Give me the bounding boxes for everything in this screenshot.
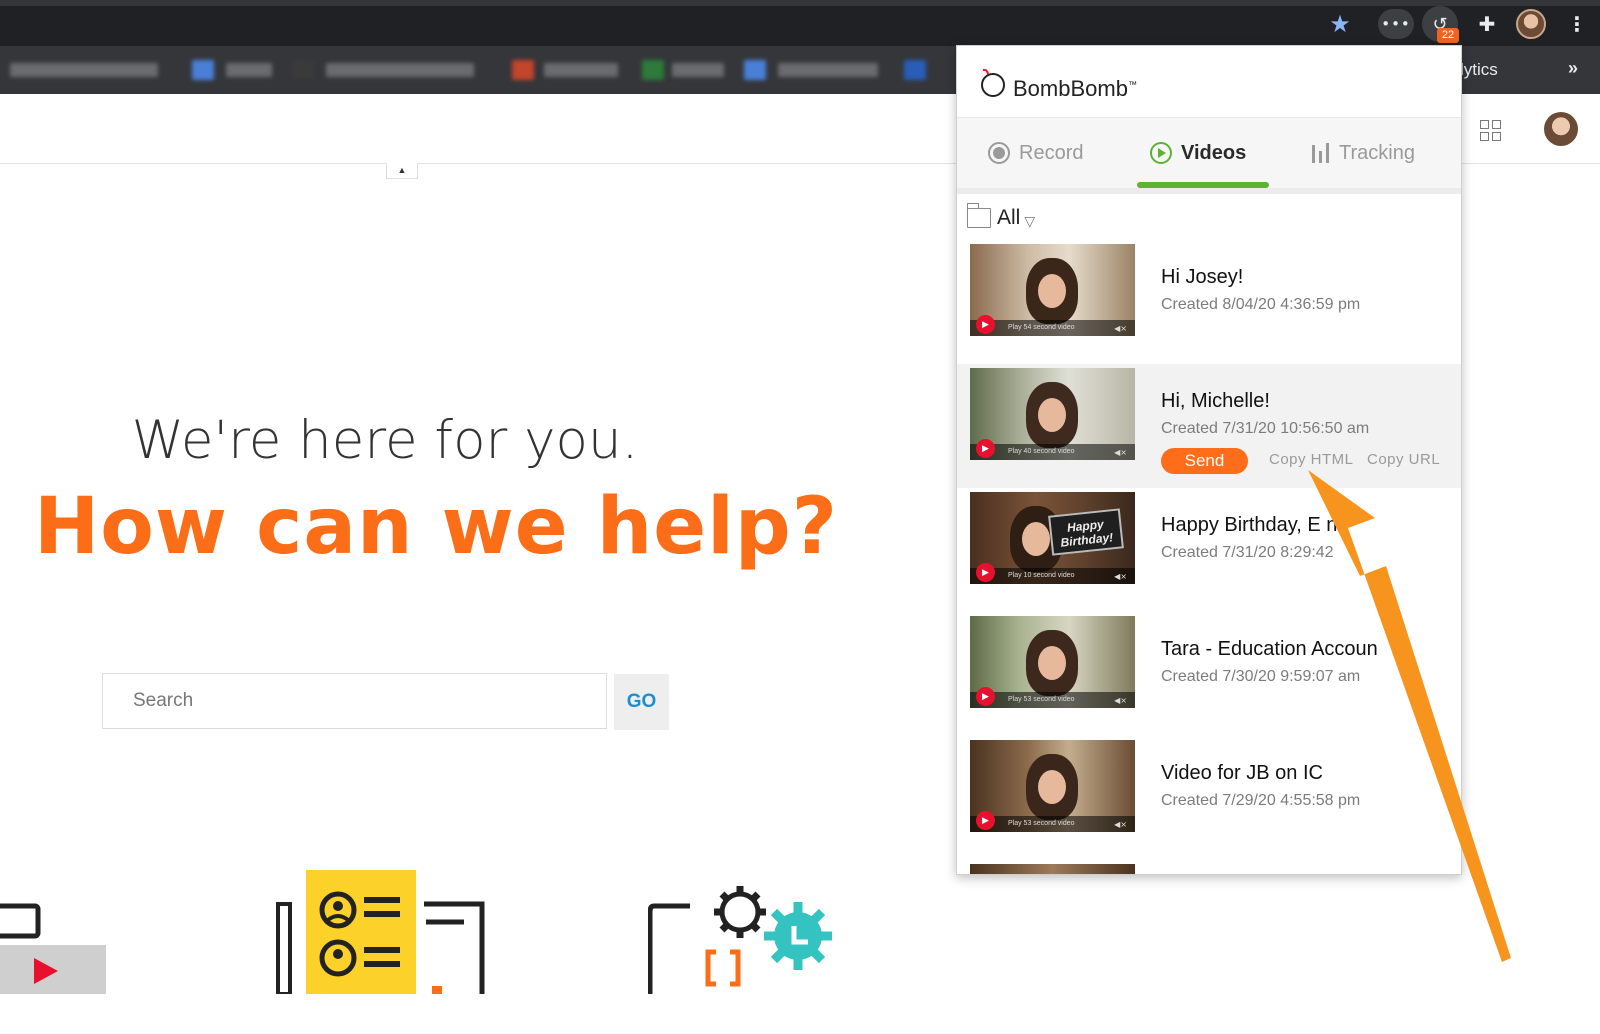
- tab-videos-label: Videos: [1181, 141, 1247, 164]
- bookmark-item[interactable]: [326, 63, 474, 77]
- bombbomb-logo-text: BombBomb™: [1013, 76, 1137, 101]
- mute-icon: ◀×: [1114, 324, 1127, 333]
- apps-grid-icon[interactable]: [1480, 120, 1502, 142]
- video-title[interactable]: Video for JB on IC: [1161, 762, 1323, 785]
- tab-record[interactable]: Record: [987, 140, 1083, 166]
- bombbomb-logo-icon: [981, 68, 1005, 97]
- video-row[interactable]: Play 53 second video ▶ ◀× Tara - Educati…: [957, 612, 1461, 736]
- video-created-date: Created 7/31/20 10:56:50 am: [1161, 420, 1370, 437]
- video-title[interactable]: Happy Birthday, E n!: [1161, 514, 1343, 537]
- folder-icon: [966, 203, 991, 228]
- extension-badge: 22: [1437, 28, 1459, 43]
- contacts-illustration-icon: [276, 870, 485, 994]
- send-button[interactable]: Send: [1161, 448, 1248, 474]
- bookmark-item[interactable]: [544, 63, 618, 77]
- popup-tabs: Record Videos Tracking: [957, 118, 1461, 188]
- play-icon: ▶: [976, 811, 995, 830]
- video-thumbnail[interactable]: Play 40 second video ▶ ◀×: [970, 368, 1135, 460]
- extension-dots-icon[interactable]: •••: [1378, 9, 1414, 39]
- video-thumbnail[interactable]: Play 53 second video ▶ ◀×: [970, 740, 1135, 832]
- video-created-date: Created 7/31/20 8:29:42: [1161, 544, 1334, 561]
- video-title[interactable]: Hi, Michelle!: [1161, 390, 1270, 413]
- video-thumbnail[interactable]: [970, 864, 1135, 874]
- play-icon: ▶: [976, 563, 995, 582]
- tab-strip-edge: [0, 0, 1600, 6]
- screen: ★ ••• ↺ 22 ✚ ⋮ lytics » ▲ We're here for…: [0, 0, 1600, 1034]
- play-circle-icon: [1149, 141, 1173, 165]
- bookmark-favicon[interactable]: [192, 60, 214, 80]
- tab-tracking[interactable]: Tracking: [1311, 140, 1415, 166]
- video-row-partial[interactable]: [957, 860, 1461, 874]
- video-list: Play 54 second video ▶ ◀× Hi Josey! Crea…: [957, 240, 1461, 874]
- video-title[interactable]: Hi Josey!: [1161, 266, 1243, 289]
- go-button[interactable]: GO: [614, 674, 669, 730]
- profile-avatar-icon[interactable]: [1516, 9, 1546, 39]
- video-thumbnail[interactable]: Happy Birthday! Play 10 second video ▶ ◀…: [970, 492, 1135, 584]
- browser-menu-icon[interactable]: ⋮: [1560, 8, 1594, 40]
- search-input[interactable]: [102, 673, 607, 729]
- copy-url-link[interactable]: Copy URL: [1367, 451, 1440, 468]
- video-created-date: Created 8/04/20 4:36:59 pm: [1161, 296, 1361, 313]
- hero-subtitle: We're here for you.: [131, 410, 639, 471]
- mute-icon: ◀×: [1114, 820, 1127, 829]
- settings-illustration-icon: [648, 886, 832, 994]
- bookmark-item-analytics[interactable]: lytics: [1460, 60, 1498, 80]
- bookmark-item[interactable]: [778, 63, 878, 77]
- bookmark-favicon[interactable]: [642, 60, 664, 80]
- happy-birthday-sign: Happy Birthday!: [1048, 508, 1124, 556]
- tab-videos[interactable]: Videos: [1149, 140, 1246, 166]
- video-illustration-icon: [0, 903, 106, 994]
- bookmark-favicon[interactable]: [744, 60, 766, 80]
- bookmarks-overflow-icon[interactable]: »: [1568, 58, 1578, 79]
- play-icon: ▶: [976, 687, 995, 706]
- play-icon: ▶: [976, 315, 995, 334]
- bookmark-item[interactable]: [10, 63, 158, 77]
- video-row[interactable]: Play 53 second video ▶ ◀× Video for JB o…: [957, 736, 1461, 860]
- bookmark-item[interactable]: [672, 63, 724, 77]
- video-thumbnail[interactable]: Play 53 second video ▶ ◀×: [970, 616, 1135, 708]
- mute-icon: ◀×: [1114, 572, 1127, 581]
- user-avatar[interactable]: [1544, 112, 1578, 146]
- collapse-header-icon[interactable]: ▲: [386, 163, 418, 179]
- record-icon: [987, 141, 1011, 165]
- video-row[interactable]: Play 40 second video ▶ ◀× Hi, Michelle! …: [957, 364, 1461, 488]
- bombbomb-popup: BombBomb™ Record Videos Tracking All ▽ P…: [956, 45, 1462, 875]
- hero-title: How can we help?: [34, 482, 838, 572]
- bookmark-favicon[interactable]: [512, 60, 534, 80]
- bookmark-favicon[interactable]: [904, 60, 926, 80]
- bookmark-favicon[interactable]: [292, 60, 314, 80]
- extensions-puzzle-icon[interactable]: ✚: [1470, 8, 1504, 40]
- video-created-date: Created 7/29/20 4:55:58 pm: [1161, 792, 1361, 809]
- active-tab-indicator: [1137, 182, 1269, 188]
- video-title[interactable]: Tara - Education Accoun: [1161, 638, 1378, 661]
- video-thumbnail[interactable]: Play 54 second video ▶ ◀×: [970, 244, 1135, 336]
- bar-chart-icon: [1311, 141, 1331, 165]
- video-created-date: Created 7/30/20 9:59:07 am: [1161, 668, 1361, 685]
- tab-record-label: Record: [1019, 141, 1084, 164]
- folder-filter-label: All: [997, 206, 1021, 229]
- video-row[interactable]: Play 54 second video ▶ ◀× Hi Josey! Crea…: [957, 240, 1461, 364]
- tab-separator: [957, 188, 1461, 194]
- mute-icon: ◀×: [1114, 696, 1127, 705]
- chevron-down-icon: ▽: [1024, 212, 1036, 229]
- tab-tracking-label: Tracking: [1339, 141, 1415, 164]
- bookmark-star-icon[interactable]: ★: [1323, 8, 1357, 40]
- bookmark-item[interactable]: [226, 63, 272, 77]
- video-row[interactable]: Happy Birthday! Play 10 second video ▶ ◀…: [957, 488, 1461, 612]
- mute-icon: ◀×: [1114, 448, 1127, 457]
- folder-filter[interactable]: All ▽: [966, 201, 1036, 235]
- copy-html-link[interactable]: Copy HTML: [1269, 451, 1354, 468]
- popup-header: BombBomb™: [957, 46, 1461, 118]
- play-icon: ▶: [976, 439, 995, 458]
- browser-toolbar: ★ ••• ↺ 22 ✚ ⋮: [0, 0, 1600, 46]
